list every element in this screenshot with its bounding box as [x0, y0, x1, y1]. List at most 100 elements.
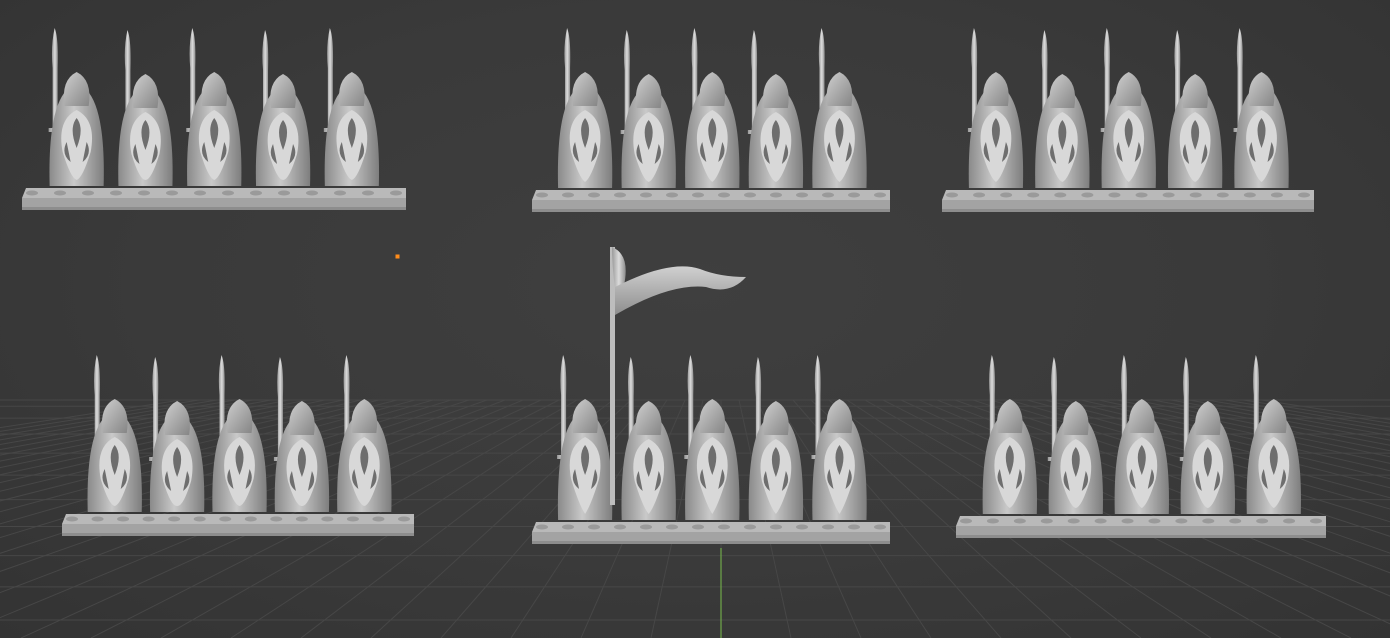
base-rubble: [222, 190, 234, 196]
figure[interactable]: [337, 355, 392, 512]
base-rubble: [874, 192, 886, 198]
base-rubble: [1094, 518, 1107, 524]
base-rubble: [117, 516, 130, 522]
base-rubble: [1310, 518, 1322, 524]
base-rubble: [770, 524, 782, 530]
figure[interactable]: [967, 28, 1024, 188]
base-rubble: [848, 524, 860, 530]
base-rubble: [796, 192, 808, 198]
figure[interactable]: [684, 355, 740, 520]
regiment-6[interactable]: [956, 355, 1326, 538]
base-rubble: [640, 524, 652, 530]
figure-hood: [1049, 74, 1076, 108]
regiment-base-top: [22, 188, 406, 198]
figure[interactable]: [273, 357, 330, 512]
figure-hood: [1129, 399, 1155, 433]
figure[interactable]: [1167, 30, 1223, 188]
base-rubble: [295, 516, 308, 522]
regiment-base-top: [62, 514, 414, 524]
base-rubble: [718, 524, 730, 530]
figure[interactable]: [1035, 30, 1090, 188]
figure-hood: [351, 399, 378, 433]
figure-hood: [63, 72, 90, 106]
regiment-4[interactable]: [62, 355, 414, 536]
base-rubble: [1067, 518, 1080, 524]
regiment-base-edge: [62, 533, 414, 536]
base-rubble: [1162, 192, 1175, 198]
base-rubble: [1000, 192, 1013, 198]
figure[interactable]: [1114, 355, 1169, 514]
base-rubble: [848, 192, 860, 198]
figure[interactable]: [1047, 357, 1103, 514]
figure-hood: [699, 72, 726, 106]
base-rubble: [54, 190, 66, 196]
figure[interactable]: [685, 28, 740, 188]
figure[interactable]: [1100, 28, 1156, 188]
figure-hood: [826, 72, 853, 106]
base-rubble: [822, 192, 834, 198]
figure-hood: [132, 74, 159, 108]
regiment-base-top: [956, 516, 1326, 526]
base-rubble: [960, 518, 972, 524]
figure[interactable]: [1179, 357, 1235, 514]
base-rubble: [744, 524, 756, 530]
figure[interactable]: [186, 28, 242, 186]
regiment-1[interactable]: [22, 28, 406, 210]
figure-hood: [1182, 74, 1208, 108]
regiment-base-edge: [956, 535, 1326, 538]
figure[interactable]: [557, 355, 613, 520]
figure[interactable]: [149, 357, 205, 512]
regiment-5[interactable]: [532, 247, 890, 544]
base-rubble: [1040, 518, 1053, 524]
figure[interactable]: [87, 355, 142, 512]
regiments-group: [22, 28, 1326, 544]
base-rubble: [946, 192, 958, 198]
figure[interactable]: [1246, 355, 1301, 514]
regiment-base-top: [942, 190, 1314, 200]
figure[interactable]: [255, 30, 311, 186]
regiment-base-top: [532, 190, 890, 200]
figure[interactable]: [811, 355, 867, 520]
base-rubble: [244, 516, 257, 522]
figure[interactable]: [48, 28, 104, 186]
figure-hood: [826, 399, 853, 433]
regiment-base-edge: [532, 541, 890, 544]
figure[interactable]: [557, 28, 613, 188]
3d-viewport[interactable]: [0, 0, 1390, 638]
base-rubble: [562, 192, 574, 198]
base-rubble: [1256, 518, 1269, 524]
figure-hood: [1248, 72, 1275, 106]
figure-hood: [997, 399, 1023, 433]
figure-hood: [572, 399, 598, 433]
base-rubble: [193, 516, 206, 522]
base-rubble: [536, 192, 548, 198]
regiment-base-top: [532, 522, 890, 532]
base-rubble: [1216, 192, 1229, 198]
figure[interactable]: [621, 357, 676, 520]
figure[interactable]: [620, 30, 676, 188]
figure-hood: [763, 74, 789, 108]
base-rubble: [692, 192, 704, 198]
base-rubble: [372, 516, 385, 522]
base-rubble: [1189, 192, 1202, 198]
figure[interactable]: [1233, 28, 1289, 188]
figure[interactable]: [323, 28, 380, 186]
base-rubble: [640, 192, 652, 198]
base-rubble: [1013, 518, 1026, 524]
figure[interactable]: [748, 357, 804, 520]
base-rubble: [390, 190, 402, 196]
base-rubble: [744, 192, 756, 198]
base-rubble: [219, 516, 232, 522]
base-rubble: [26, 190, 38, 196]
figure[interactable]: [812, 28, 867, 188]
base-rubble: [166, 190, 178, 196]
regiment-2[interactable]: [532, 28, 890, 212]
regiment-base-edge: [532, 209, 890, 212]
base-rubble: [1229, 518, 1242, 524]
figure[interactable]: [982, 355, 1037, 514]
viewport-scene: [0, 28, 1390, 638]
regiment-3[interactable]: [942, 28, 1314, 212]
figure[interactable]: [747, 30, 804, 188]
figure[interactable]: [118, 30, 173, 186]
figure[interactable]: [212, 355, 267, 512]
